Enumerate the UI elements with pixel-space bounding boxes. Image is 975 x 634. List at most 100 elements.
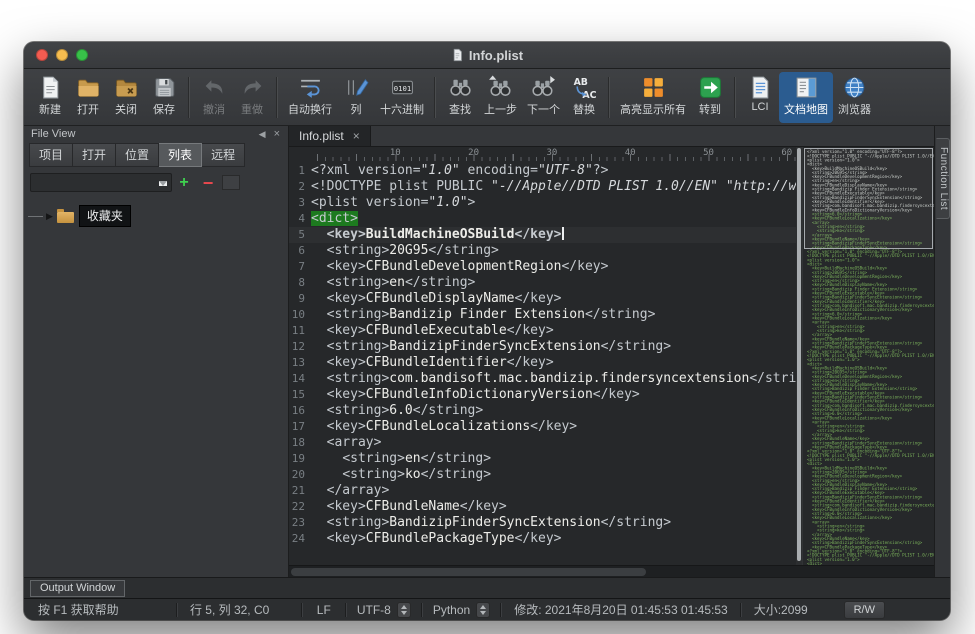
code-line-12[interactable]: 12 <string>BandizipFinderSyncExtension</… xyxy=(289,339,796,355)
tree-item-label[interactable]: 收藏夹 xyxy=(79,205,131,227)
code-line-23[interactable]: 23 <string>BandizipFinderSyncExtension</… xyxy=(289,515,796,531)
sidebar-tab-list[interactable]: 列表 xyxy=(159,143,202,167)
horizontal-scrollbar-thumb[interactable] xyxy=(291,568,646,576)
toolbar-button-find-prev[interactable]: 上一步 xyxy=(479,72,522,123)
line-number: 4 xyxy=(289,211,311,227)
tab-close-icon[interactable]: × xyxy=(353,130,360,142)
sidebar-tab-remote[interactable]: 远程 xyxy=(202,143,245,167)
sidebar-tab-project[interactable]: 项目 xyxy=(29,143,73,167)
code-line-text: <string>ko</string> xyxy=(311,467,796,483)
code-line-text: <string>Bandizip Finder Extension</strin… xyxy=(311,307,796,323)
ruler-mark-20: 20 xyxy=(468,148,479,158)
code-line-10[interactable]: 10 <string>Bandizip Finder Extension</st… xyxy=(289,307,796,323)
code-line-text: <key>CFBundleIdentifier</key> xyxy=(311,355,796,371)
code-line-21[interactable]: 21 </array> xyxy=(289,483,796,499)
status-file-size: 大小:2099 xyxy=(742,601,844,618)
toolbar-button-doc-map[interactable]: 文档地图 xyxy=(779,72,833,123)
toolbar-button-highlight-all[interactable]: 高亮显示所有 xyxy=(615,72,691,123)
document-map[interactable]: <?xml version="1.0" encoding="UTF-8"?><!… xyxy=(802,147,934,565)
ruler-mark-50: 50 xyxy=(703,148,714,158)
toolbar-button-word-wrap[interactable]: 自动换行 xyxy=(283,72,337,123)
svg-text:AB: AB xyxy=(573,76,587,87)
toolbar-button-open-file[interactable]: 打开 xyxy=(69,72,107,123)
window-title: Info.plist xyxy=(451,42,523,68)
vertical-scrollbar-thumb[interactable] xyxy=(797,148,801,561)
code-line-14[interactable]: 14 <string>com.bandisoft.mac.bandizip.fi… xyxy=(289,371,796,387)
status-line-ending: LF xyxy=(303,603,345,617)
remove-favorite-button[interactable]: − xyxy=(196,173,220,192)
sidebar-tab-location[interactable]: 位置 xyxy=(116,143,159,167)
panel-close-icon[interactable]: × xyxy=(274,128,280,140)
code-line-18[interactable]: 18 <array> xyxy=(289,435,796,451)
folder-icon xyxy=(57,212,74,223)
code-line-3[interactable]: 3<plist version="1.0"> xyxy=(289,195,796,211)
document-tab-info-plist[interactable]: Info.plist × xyxy=(289,126,371,146)
close-window-button[interactable] xyxy=(36,49,48,61)
statusbar: 按 F1 获取帮助 行 5, 列 32, C0 LF UTF-8 Python … xyxy=(24,598,950,620)
code-line-8[interactable]: 8 <string>en</string> xyxy=(289,275,796,291)
favorites-dropdown[interactable] xyxy=(30,173,172,192)
code-line-1[interactable]: 1<?xml version="1.0" encoding="UTF-8"?> xyxy=(289,163,796,179)
code-line-22[interactable]: 22 <key>CFBundleName</key> xyxy=(289,499,796,515)
code-line-17[interactable]: 17 <key>CFBundleLocalizations</key> xyxy=(289,419,796,435)
toolbar-button-label: 下一个 xyxy=(527,101,560,117)
output-window-button[interactable]: Output Window xyxy=(30,580,125,597)
column-ruler: 102030405060 xyxy=(289,147,796,161)
toolbar-button-save-file[interactable]: 保存 xyxy=(145,72,183,123)
code-line-text: <key>CFBundleDisplayName</key> xyxy=(311,291,796,307)
toolbar-button-redo: 重做 xyxy=(233,72,271,123)
language-stepper[interactable] xyxy=(476,602,490,618)
line-number: 3 xyxy=(289,195,311,211)
toolbar-button-find[interactable]: 查找 xyxy=(441,72,479,123)
document-map-viewport[interactable] xyxy=(804,148,933,249)
code-line-2[interactable]: 2<!DOCTYPE plist PUBLIC "-//Apple//DTD P… xyxy=(289,179,796,195)
line-number: 15 xyxy=(289,387,311,403)
code-editor[interactable]: 1<?xml version="1.0" encoding="UTF-8"?>2… xyxy=(289,161,796,565)
code-line-13[interactable]: 13 <key>CFBundleIdentifier</key> xyxy=(289,355,796,371)
tree-expander-icon[interactable]: ▶ xyxy=(46,212,53,221)
code-line-11[interactable]: 11 <key>CFBundleExecutable</key> xyxy=(289,323,796,339)
minimize-window-button[interactable] xyxy=(56,49,68,61)
toolbar-button-column-mode[interactable]: 列 xyxy=(337,72,375,123)
toolbar-button-browser[interactable]: 浏览器 xyxy=(833,72,876,123)
code-line-text: <string>com.bandisoft.mac.bandizip.finde… xyxy=(311,371,796,387)
tree-item-favorites[interactable]: ▶ 收藏夹 xyxy=(28,207,288,225)
code-line-20[interactable]: 20 <string>ko</string> xyxy=(289,467,796,483)
code-line-6[interactable]: 6 <string>20G95</string> xyxy=(289,243,796,259)
file-tree: ▶ 收藏夹 xyxy=(24,197,288,577)
line-number: 24 xyxy=(289,531,311,547)
code-pane[interactable]: 102030405060 1<?xml version="1.0" encodi… xyxy=(289,147,796,565)
toolbar-button-find-next[interactable]: 下一个 xyxy=(522,72,565,123)
encoding-stepper[interactable] xyxy=(397,602,411,618)
undo-icon xyxy=(202,74,227,100)
horizontal-scrollbar[interactable] xyxy=(289,565,934,577)
favorite-extra-button[interactable] xyxy=(222,175,240,190)
code-line-5[interactable]: 5 <key>BuildMachineOSBuild</key> xyxy=(289,227,796,243)
line-number: 18 xyxy=(289,435,311,451)
code-line-text: <key>BuildMachineOSBuild</key> xyxy=(311,227,796,243)
code-line-7[interactable]: 7 <key>CFBundleDevelopmentRegion</key> xyxy=(289,259,796,275)
toolbar-separator xyxy=(734,77,736,118)
read-write-mode-button[interactable]: R/W xyxy=(844,601,885,619)
code-line-24[interactable]: 24 <key>CFBundlePackageType</key> xyxy=(289,531,796,547)
find-icon xyxy=(448,74,473,100)
code-line-text: <string>BandizipFinderSyncExtension</str… xyxy=(311,339,796,355)
toolbar-button-replace[interactable]: ABAC替换 xyxy=(565,72,603,123)
code-line-19[interactable]: 19 <string>en</string> xyxy=(289,451,796,467)
panel-collapse-icon[interactable]: ◀ xyxy=(259,129,266,140)
toolbar-button-goto[interactable]: 转到 xyxy=(691,72,729,123)
toolbar-button-lci[interactable]: LCI xyxy=(741,72,779,123)
code-line-9[interactable]: 9 <key>CFBundleDisplayName</key> xyxy=(289,291,796,307)
line-number: 22 xyxy=(289,499,311,515)
add-favorite-button[interactable]: + xyxy=(172,173,196,192)
code-line-15[interactable]: 15 <key>CFBundleInfoDictionaryVersion</k… xyxy=(289,387,796,403)
sidebar-tab-open[interactable]: 打开 xyxy=(73,143,116,167)
toolbar-button-close-file[interactable]: 关闭 xyxy=(107,72,145,123)
toolbar-button-hex-mode[interactable]: 0101十六进制 xyxy=(375,72,429,123)
main-area: File View ◀ × 项目打开位置列表远程 + − ▶ xyxy=(24,126,950,577)
zoom-window-button[interactable] xyxy=(76,49,88,61)
code-line-16[interactable]: 16 <string>6.0</string> xyxy=(289,403,796,419)
toolbar-button-new-file[interactable]: 新建 xyxy=(31,72,69,123)
code-line-4[interactable]: 4<dict> xyxy=(289,211,796,227)
function-list-tab[interactable]: Function List xyxy=(936,138,950,219)
